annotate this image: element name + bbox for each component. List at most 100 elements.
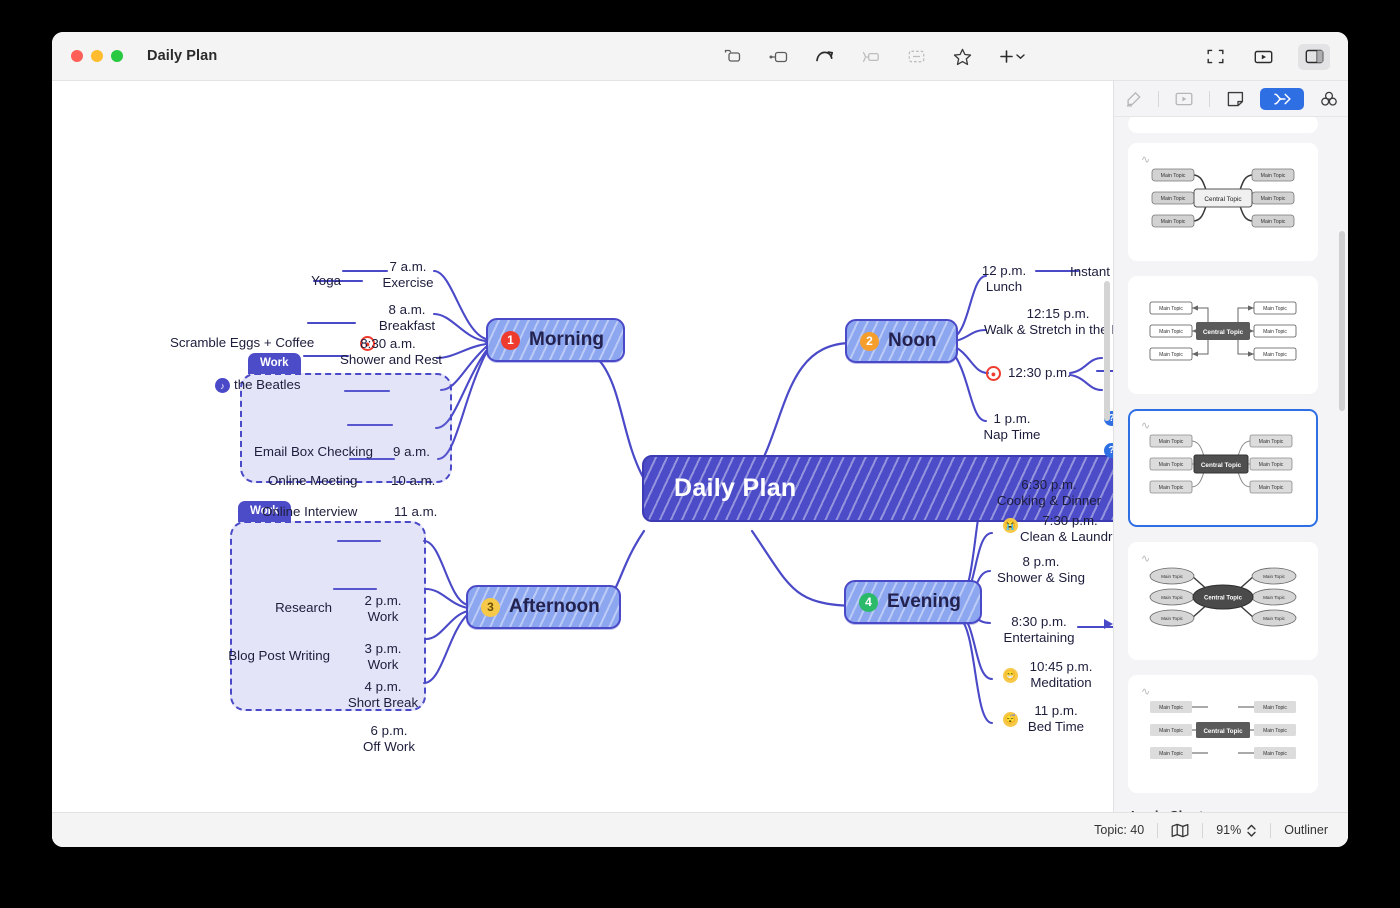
topic-research-label: Research bbox=[275, 600, 332, 615]
topic-3pm[interactable]: 3 p.m. Work bbox=[354, 641, 412, 673]
tab-theme[interactable] bbox=[1315, 88, 1343, 109]
branch-label-afternoon: Afternoon bbox=[509, 596, 600, 617]
present-icon[interactable] bbox=[1250, 45, 1276, 69]
tpl5-main-3: Main Topic bbox=[1159, 751, 1183, 757]
title-bar: Daily Plan bbox=[52, 32, 1348, 81]
topic-email-box-checking-label: Email Box Checking bbox=[254, 444, 373, 459]
undo-icon[interactable] bbox=[811, 45, 837, 69]
topic-1215pm[interactable]: 12:15 p.m. Walk & Stretch in the Room bbox=[984, 306, 1113, 338]
template-thumbnail-partial[interactable] bbox=[1128, 117, 1318, 133]
topic-730pm[interactable]: 7:30 p.m. Clean & Laundray bbox=[1020, 513, 1113, 545]
topic-4pm-title: Short Break bbox=[347, 695, 419, 710]
topic-9am[interactable]: 9 a.m. bbox=[393, 444, 430, 460]
fullscreen-icon[interactable] bbox=[1202, 45, 1228, 69]
traffic-lights bbox=[71, 50, 123, 62]
branch-evening[interactable]: 4 Evening bbox=[844, 580, 982, 624]
sketch-style-icon-1: ∿ bbox=[1141, 154, 1153, 166]
topic-4pm[interactable]: 4 p.m. Short Break bbox=[342, 679, 424, 711]
zoom-level[interactable]: 91% bbox=[1216, 823, 1257, 838]
topic-830pm-time: 8:30 p.m. bbox=[1011, 614, 1067, 629]
topic-8am[interactable]: 8 a.m. Breakfast bbox=[372, 302, 442, 334]
canvas-vertical-scrollbar[interactable] bbox=[1104, 281, 1110, 421]
template-thumbnail-5[interactable]: ∿ Main Topic Main Topic Main Topic Main … bbox=[1128, 675, 1318, 793]
topic-10am[interactable]: 10 a.m. bbox=[391, 473, 435, 489]
topic-11pm-title: Bed Time bbox=[1027, 719, 1085, 734]
topic-7am-title: Exercise bbox=[382, 275, 434, 290]
topic-9am-time: 9 a.m. bbox=[393, 444, 430, 459]
topic-3pm-title: Work bbox=[367, 657, 399, 672]
topic-email-box-checking[interactable]: Email Box Checking bbox=[254, 444, 373, 460]
topic-1230pm[interactable]: 12:30 p.m. bbox=[1008, 365, 1071, 381]
tpl1-main-3: Main Topic bbox=[1161, 219, 1186, 225]
tpl3-main-3: Main Topic bbox=[1159, 485, 1184, 491]
maximize-button[interactable] bbox=[111, 50, 123, 62]
topic-instant-noodle[interactable]: Instant Noodle bbox=[1070, 264, 1113, 280]
template-thumbnail-2[interactable]: Main Topic Main Topic Main Topic Main To… bbox=[1128, 276, 1318, 394]
template-thumbnail-4[interactable]: ∿ Main Topic Main Topic Main Topic Main … bbox=[1128, 542, 1318, 660]
topic-yoga[interactable]: Yoga bbox=[286, 273, 341, 289]
status-bar: Topic: 40 91% Outliner bbox=[52, 812, 1348, 847]
template-thumbnail-1[interactable]: ∿ Main Topic Main Topic Main Topic Main … bbox=[1128, 143, 1318, 261]
app-body: Work Work Daily Plan 1 Morning 2 Noon 3 … bbox=[52, 81, 1348, 847]
favorite-star-icon[interactable] bbox=[949, 45, 975, 69]
topic-8pm-time: 8 p.m. bbox=[1022, 554, 1060, 569]
close-button[interactable] bbox=[71, 50, 83, 62]
outliner-button[interactable]: Outliner bbox=[1284, 823, 1328, 837]
topic-the-beatles[interactable]: the Beatles bbox=[234, 377, 301, 393]
sidebar-scrollbar[interactable] bbox=[1339, 231, 1345, 411]
branch-noon[interactable]: 2 Noon bbox=[845, 319, 958, 363]
topic-830am[interactable]: 8:30 a.m. Shower and Rest bbox=[340, 336, 442, 368]
tab-structure[interactable] bbox=[1260, 87, 1304, 110]
topic-11am[interactable]: 11 a.m. bbox=[394, 504, 437, 520]
topic-1045pm-time: 10:45 p.m. bbox=[1029, 659, 1093, 674]
mindmap-canvas[interactable]: Work Work Daily Plan 1 Morning 2 Noon 3 … bbox=[52, 81, 1113, 847]
topic-630pm-time: 6:30 p.m. bbox=[1021, 477, 1077, 492]
topic-scramble-eggs[interactable]: Scramble Eggs + Coffee bbox=[170, 335, 314, 351]
topic-11pm[interactable]: 11 p.m. Bed Time bbox=[1014, 703, 1098, 735]
topic-6pm[interactable]: 6 p.m. Off Work bbox=[350, 723, 428, 755]
map-icon[interactable] bbox=[1171, 823, 1189, 838]
topic-2pm-time: 2 p.m. bbox=[364, 593, 402, 608]
toggle-sidebar-icon[interactable] bbox=[1298, 43, 1330, 70]
tab-sticker[interactable] bbox=[1221, 88, 1249, 109]
insert-subtopic-icon[interactable] bbox=[765, 45, 791, 69]
topic-1045pm[interactable]: 10:45 p.m. Meditation bbox=[1014, 659, 1108, 691]
topic-research[interactable]: Research bbox=[264, 600, 332, 616]
tab-slide[interactable] bbox=[1170, 88, 1198, 109]
add-menu-icon[interactable] bbox=[995, 45, 1029, 69]
topic-8pm[interactable]: 8 p.m. Shower & Sing bbox=[992, 554, 1090, 586]
status-divider-2 bbox=[1202, 822, 1204, 838]
tpl1-central: Central Topic bbox=[1204, 196, 1242, 203]
topic-blog-post-writing[interactable]: Blog Post Writing bbox=[212, 648, 330, 664]
topic-8am-title: Breakfast bbox=[378, 318, 436, 333]
insert-relationship-icon[interactable] bbox=[857, 45, 883, 69]
topic-online-meeting[interactable]: Online Meeting bbox=[268, 473, 357, 489]
tab-style-brush[interactable] bbox=[1119, 88, 1147, 109]
topic-12pm[interactable]: 12 p.m. Lunch bbox=[972, 263, 1036, 295]
insert-boundary-icon[interactable] bbox=[903, 45, 929, 69]
sidebar-template-list[interactable]: ∿ Main Topic Main Topic Main Topic Main … bbox=[1114, 117, 1348, 847]
topic-7am[interactable]: 7 a.m. Exercise bbox=[378, 259, 438, 291]
topic-630pm[interactable]: 6:30 p.m. Cooking & Dinner bbox=[994, 477, 1104, 509]
tpl3-central: Central Topic bbox=[1201, 462, 1242, 469]
template-thumbnail-3[interactable]: ∿ Main Topic Main Topic Main Topic Main … bbox=[1128, 409, 1318, 527]
tpl4-main-6: Main Topic bbox=[1263, 616, 1286, 621]
tpl3-main-6: Main Topic bbox=[1259, 485, 1284, 491]
toolbar-right bbox=[1202, 32, 1330, 81]
branch-morning[interactable]: 1 Morning bbox=[486, 318, 625, 362]
topic-instant-noodle-label: Instant Noodle bbox=[1070, 264, 1113, 279]
branch-badge-3: 3 bbox=[481, 597, 500, 617]
topic-1pm[interactable]: 1 p.m. Nap Time bbox=[980, 411, 1044, 443]
tpl1-main-2: Main Topic bbox=[1161, 196, 1186, 202]
topic-730pm-title: Clean & Laundray bbox=[1020, 529, 1113, 544]
insert-topic-icon[interactable] bbox=[719, 45, 745, 69]
branch-afternoon[interactable]: 3 Afternoon bbox=[466, 585, 621, 629]
topic-2pm[interactable]: 2 p.m. Work bbox=[354, 593, 412, 625]
topic-online-interview[interactable]: Online Interview bbox=[262, 504, 357, 520]
tpl2-main-2: Main Topic bbox=[1159, 329, 1183, 335]
topic-7am-time: 7 a.m. bbox=[389, 259, 427, 274]
minimize-button[interactable] bbox=[91, 50, 103, 62]
topic-830pm[interactable]: 8:30 p.m. Entertaining bbox=[994, 614, 1084, 646]
tpl2-main-3: Main Topic bbox=[1159, 352, 1183, 358]
crying-face-icon: 😭 bbox=[1003, 518, 1018, 533]
